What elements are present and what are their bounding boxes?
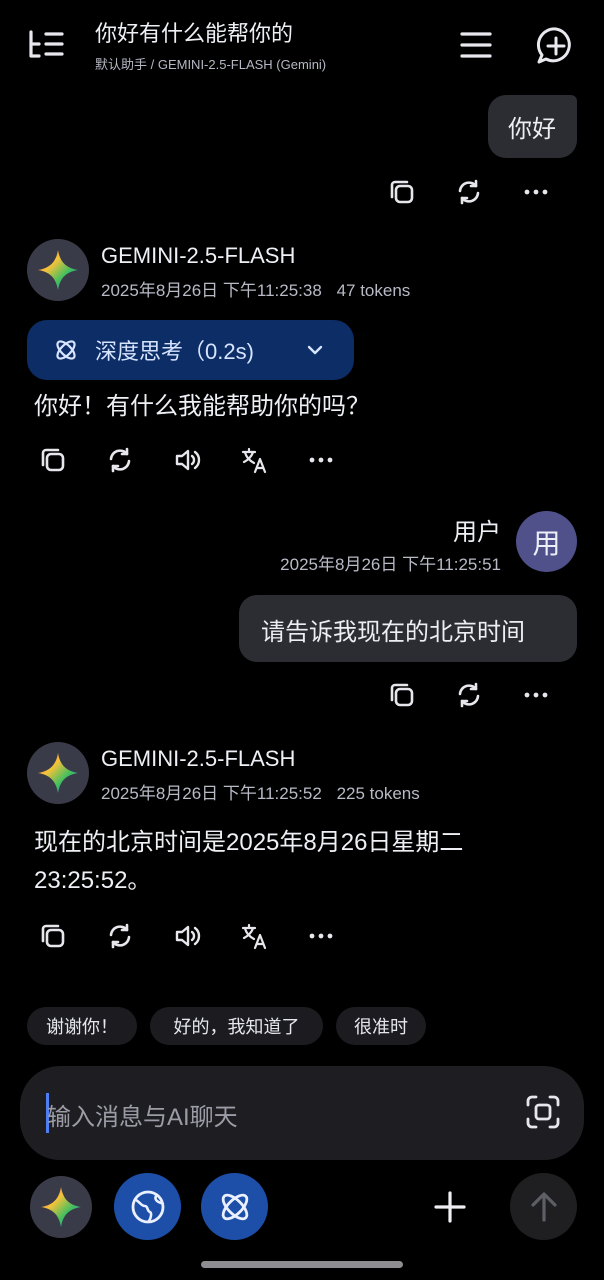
regenerate-button[interactable] bbox=[449, 675, 489, 715]
read-aloud-button[interactable] bbox=[167, 440, 207, 480]
translate-icon bbox=[241, 447, 267, 474]
more-button[interactable] bbox=[301, 916, 341, 956]
chevron-down-icon bbox=[307, 345, 323, 355]
input-placeholder: 输入消息与AI聊天 bbox=[47, 1104, 238, 1131]
globe-icon bbox=[131, 1190, 164, 1223]
suggestion-chip[interactable]: 好的，我知道了 bbox=[150, 1007, 323, 1045]
gemini-avatar bbox=[27, 239, 89, 301]
assistant-reply-line: 现在的北京时间是2025年8月26日星期二 bbox=[34, 829, 464, 856]
topics-icon[interactable] bbox=[27, 28, 65, 62]
user-message-text: 请告诉我现在的北京时间 bbox=[261, 619, 525, 646]
copy-button[interactable] bbox=[33, 440, 73, 480]
assistant-reply-line: 23:25:52。 bbox=[34, 867, 152, 894]
user-message-bubble: 你好 bbox=[488, 95, 577, 158]
regenerate-button[interactable] bbox=[449, 172, 489, 212]
scan-icon[interactable] bbox=[525, 1094, 561, 1130]
regenerate-button[interactable] bbox=[100, 440, 140, 480]
translate-button[interactable] bbox=[234, 440, 274, 480]
new-chat-icon[interactable] bbox=[536, 26, 576, 66]
speaker-icon bbox=[175, 925, 201, 947]
refresh-icon bbox=[458, 682, 480, 708]
token-count: 225 tokens bbox=[336, 784, 420, 803]
message-time: 2025年8月26日 下午11:25:38 bbox=[101, 281, 322, 300]
copy-icon bbox=[390, 180, 414, 204]
deep-thinking-toggle[interactable]: 深度思考（0.2s) bbox=[27, 320, 354, 380]
more-icon bbox=[309, 457, 333, 463]
translate-icon bbox=[241, 923, 267, 950]
chat-subtitle: 默认助手 / GEMINI-2.5-FLASH (Gemini) bbox=[95, 57, 327, 72]
deep-thinking-button[interactable] bbox=[201, 1173, 268, 1240]
send-button[interactable] bbox=[510, 1173, 577, 1240]
more-icon bbox=[524, 692, 548, 698]
model-name: GEMINI-2.5-FLASH bbox=[101, 243, 296, 268]
copy-button[interactable] bbox=[382, 172, 422, 212]
user-name: 用户 bbox=[453, 519, 501, 546]
assistant-reply-text: 现在的北京时间是2025年8月26日星期二 23:25:52。 bbox=[34, 824, 463, 900]
read-aloud-button[interactable] bbox=[167, 916, 207, 956]
user-avatar: 用 bbox=[516, 511, 577, 572]
more-button[interactable] bbox=[301, 440, 341, 480]
assistant-reply-text: 你好！有什么我能帮助你的吗？ bbox=[34, 393, 370, 420]
regenerate-button[interactable] bbox=[100, 916, 140, 956]
gemini-avatar bbox=[27, 742, 89, 804]
web-search-button[interactable] bbox=[114, 1173, 181, 1240]
model-select-button[interactable] bbox=[30, 1176, 92, 1238]
arrow-up-icon bbox=[530, 1191, 557, 1222]
translate-button[interactable] bbox=[234, 916, 274, 956]
menu-icon[interactable] bbox=[459, 30, 493, 60]
more-icon bbox=[309, 933, 333, 939]
user-message-bubble: 请告诉我现在的北京时间 bbox=[239, 595, 577, 662]
deep-thinking-label: 深度思考（0.2s) bbox=[95, 339, 254, 364]
copy-button[interactable] bbox=[33, 916, 73, 956]
message-time: 2025年8月26日 下午11:25:52 bbox=[101, 784, 322, 803]
speaker-icon bbox=[175, 449, 201, 471]
suggestion-chip[interactable]: 谢谢你！ bbox=[27, 1007, 137, 1045]
more-icon bbox=[524, 189, 548, 195]
gemini-sparkle-icon bbox=[38, 753, 78, 793]
user-message-text: 你好 bbox=[508, 116, 556, 143]
message-meta: 2025年8月26日 下午11:25:52 225 tokens bbox=[101, 779, 420, 804]
copy-button[interactable] bbox=[382, 675, 422, 715]
token-count: 47 tokens bbox=[336, 281, 411, 300]
suggestion-chip[interactable]: 很准时 bbox=[336, 1007, 426, 1045]
more-button[interactable] bbox=[516, 675, 556, 715]
copy-icon bbox=[41, 924, 65, 948]
message-meta: 2025年8月26日 下午11:25:38 47 tokens bbox=[101, 276, 410, 301]
gemini-sparkle-icon bbox=[41, 1187, 81, 1227]
copy-icon bbox=[41, 448, 65, 472]
message-time: 2025年8月26日 下午11:25:51 bbox=[280, 555, 501, 574]
gemini-sparkle-icon bbox=[38, 250, 78, 290]
atom-icon bbox=[221, 1193, 248, 1220]
home-indicator bbox=[201, 1261, 403, 1268]
refresh-icon bbox=[109, 447, 131, 473]
refresh-icon bbox=[109, 923, 131, 949]
refresh-icon bbox=[458, 179, 480, 205]
model-name: GEMINI-2.5-FLASH bbox=[101, 746, 296, 771]
atom-icon bbox=[56, 340, 76, 360]
add-attachment-icon[interactable] bbox=[433, 1190, 467, 1224]
more-button[interactable] bbox=[516, 172, 556, 212]
copy-icon bbox=[390, 683, 414, 707]
chat-title: 你好有什么能帮你的 bbox=[95, 21, 294, 46]
